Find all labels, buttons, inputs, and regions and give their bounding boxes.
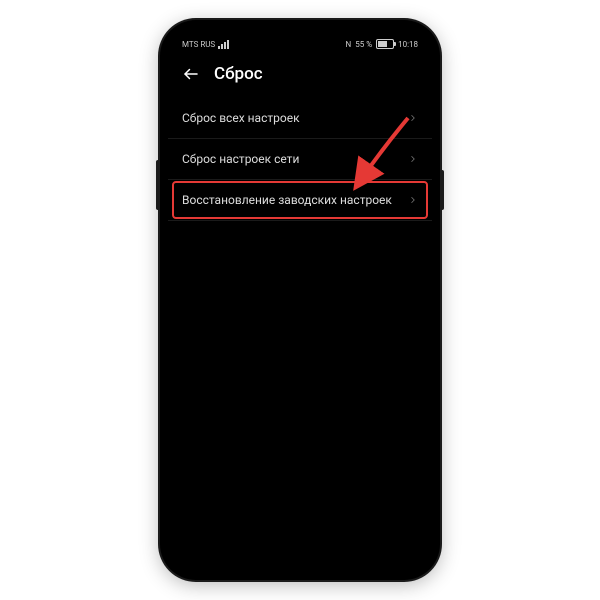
back-icon[interactable] bbox=[182, 65, 200, 83]
page-header: Сброс bbox=[168, 54, 432, 98]
chevron-right-icon bbox=[408, 113, 418, 123]
phone-frame: MTS RUS N 55 % 10:18 Сброс Сброс всех на… bbox=[160, 20, 440, 580]
reset-all-settings[interactable]: Сброс всех настроек bbox=[168, 98, 432, 139]
page-title: Сброс bbox=[214, 64, 263, 84]
clock: 10:18 bbox=[398, 40, 418, 49]
carrier-label: MTS RUS bbox=[182, 40, 215, 49]
status-left: MTS RUS bbox=[182, 40, 229, 49]
signal-icon bbox=[218, 40, 229, 49]
list-item-label: Сброс настроек сети bbox=[182, 152, 299, 166]
list-item-label: Сброс всех настроек bbox=[182, 111, 300, 125]
reset-network-settings[interactable]: Сброс настроек сети bbox=[168, 139, 432, 180]
status-right: N 55 % 10:18 bbox=[346, 39, 418, 49]
factory-reset[interactable]: Восстановление заводских настроек bbox=[168, 180, 432, 221]
chevron-right-icon bbox=[408, 195, 418, 205]
battery-icon bbox=[376, 39, 394, 49]
status-bar: MTS RUS N 55 % 10:18 bbox=[168, 30, 432, 54]
battery-percent: 55 % bbox=[355, 40, 372, 49]
chevron-right-icon bbox=[408, 154, 418, 164]
list-item-label: Восстановление заводских настроек bbox=[182, 193, 392, 207]
phone-screen: MTS RUS N 55 % 10:18 Сброс Сброс всех на… bbox=[168, 30, 432, 570]
nfc-icon: N bbox=[346, 40, 352, 49]
